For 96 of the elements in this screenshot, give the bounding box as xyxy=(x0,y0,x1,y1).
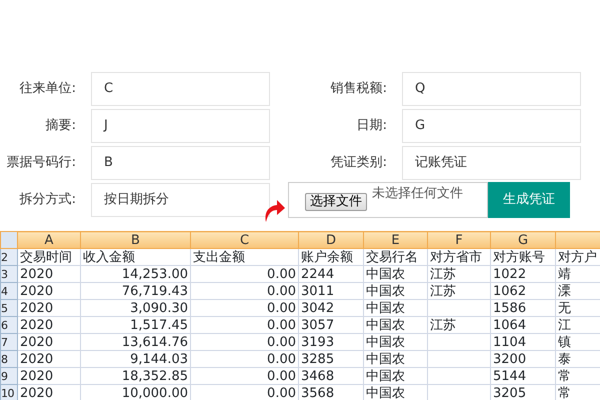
table-cell: 2020 xyxy=(18,316,80,334)
table-cell: 2020 xyxy=(18,300,80,316)
table-cell: 1062 xyxy=(490,282,556,300)
row-header[interactable]: 2 xyxy=(0,248,18,266)
table-cell: 5144 xyxy=(490,368,556,384)
table-cell: 无 xyxy=(556,300,600,316)
table-cell: 2020 xyxy=(18,334,80,350)
table-cell: 镇 xyxy=(556,334,600,350)
table-cell: 常 xyxy=(556,368,600,384)
table-cell: 交易行名 xyxy=(364,248,428,266)
table-cell: 江苏 xyxy=(428,282,490,300)
input-field[interactable]: B xyxy=(91,146,270,180)
row-header[interactable]: 10 xyxy=(0,384,18,400)
field-label: 日期: xyxy=(356,117,387,136)
table-cell: 江苏 xyxy=(428,316,490,334)
table-cell: 18,352.85 xyxy=(80,368,190,384)
field-label: 销售税额: xyxy=(330,80,387,98)
table-cell: 靖 xyxy=(556,266,600,282)
input-field[interactable]: Q xyxy=(402,72,581,106)
table-cell: 1586 xyxy=(490,300,556,316)
table-cell: 14,253.00 xyxy=(80,266,190,282)
row-header[interactable]: 6 xyxy=(0,316,18,334)
table-cell: 1022 xyxy=(490,266,556,282)
input-field[interactable]: 记账凭证 xyxy=(402,146,581,180)
table-cell: 对方户 xyxy=(556,248,600,266)
column-header[interactable]: D xyxy=(298,232,364,248)
column-header[interactable]: E xyxy=(364,232,428,248)
table-cell: 0.00 xyxy=(190,350,298,368)
table-cell: 中国农 xyxy=(364,266,428,282)
table-cell: 0.00 xyxy=(190,282,298,300)
table-cell: 0.00 xyxy=(190,316,298,334)
table-cell: 2020 xyxy=(18,368,80,384)
field-label: 摘要: xyxy=(44,117,76,136)
table-cell: 收入金额 xyxy=(80,248,190,266)
field-label: 凭证类别: xyxy=(330,154,387,172)
table-cell: 泰 xyxy=(556,350,600,368)
table-cell: 3193 xyxy=(298,334,364,350)
table-cell: 支出金额 xyxy=(190,248,298,266)
table-cell: 2244 xyxy=(298,266,364,282)
table-cell: 江苏 xyxy=(428,266,490,282)
table-cell: 13,614.76 xyxy=(80,334,190,350)
table-cell: 0.00 xyxy=(190,368,298,384)
column-header[interactable]: F xyxy=(428,232,490,248)
choose-file-button[interactable]: 选择文件 xyxy=(305,193,367,211)
file-status: 未选择任何文件 xyxy=(372,185,463,203)
column-header[interactable]: A xyxy=(18,232,80,248)
table-cell: 对方账号 xyxy=(490,248,556,266)
table-cell: 0.00 xyxy=(190,300,298,316)
table-cell: 0.00 xyxy=(190,266,298,282)
table-cell: 中国农 xyxy=(364,282,428,300)
table-cell: 2020 xyxy=(18,282,80,300)
input-field[interactable]: C xyxy=(91,72,270,106)
table-cell: 账户余额 xyxy=(298,248,364,266)
field-label: 拆分方式: xyxy=(18,191,76,210)
field-label: 票据号码行: xyxy=(6,154,76,172)
table-cell: 3468 xyxy=(298,368,364,384)
table-cell: 2020 xyxy=(18,350,80,368)
row-header[interactable]: 4 xyxy=(0,282,18,300)
table-cell: 江 xyxy=(556,316,600,334)
table-cell: 2020 xyxy=(18,266,80,282)
row-header[interactable]: 8 xyxy=(0,350,18,368)
table-cell: 中国农 xyxy=(364,334,428,350)
table-cell: 3,090.30 xyxy=(80,300,190,316)
table-cell: 1064 xyxy=(490,316,556,334)
table-cell: 中国农 xyxy=(364,316,428,334)
row-header[interactable]: 9 xyxy=(0,368,18,384)
column-header[interactable]: G xyxy=(490,232,556,248)
generate-button[interactable]: 生成凭证 xyxy=(488,182,570,218)
column-header[interactable]: B xyxy=(80,232,190,248)
select-field[interactable]: 按日期拆分 xyxy=(91,183,270,217)
column-header[interactable]: C xyxy=(190,232,298,248)
table-cell: 中国农 xyxy=(364,384,428,400)
table-cell: 3285 xyxy=(298,350,364,368)
table-cell: 中国农 xyxy=(364,300,428,316)
table-cell: 76,719.43 xyxy=(80,282,190,300)
table-cell: 对方省市 xyxy=(428,248,490,266)
table-cell: 中国农 xyxy=(364,368,428,384)
row-header[interactable]: 3 xyxy=(0,266,18,282)
input-field[interactable]: J xyxy=(91,109,270,143)
table-cell: 3011 xyxy=(298,282,364,300)
file-input[interactable]: 选择文件 未选择任何文件 xyxy=(288,182,488,218)
table-cell: 0.00 xyxy=(190,334,298,350)
table-cell: 中国农 xyxy=(364,350,428,368)
select-all-corner[interactable] xyxy=(0,232,18,248)
row-header[interactable]: 7 xyxy=(0,334,18,350)
table-cell: 3042 xyxy=(298,300,364,316)
field-label: 往来单位: xyxy=(18,80,76,98)
row-header[interactable]: 5 xyxy=(0,300,18,316)
table-cell: 3057 xyxy=(298,316,364,334)
table-cell: 3200 xyxy=(490,350,556,368)
table-cell: 1104 xyxy=(490,334,556,350)
table-cell: 溧 xyxy=(556,282,600,300)
table-cell: 9,144.03 xyxy=(80,350,190,368)
table-cell: 1,517.45 xyxy=(80,316,190,334)
input-field[interactable]: G xyxy=(402,109,581,143)
table-cell: 交易时间 xyxy=(18,248,80,266)
